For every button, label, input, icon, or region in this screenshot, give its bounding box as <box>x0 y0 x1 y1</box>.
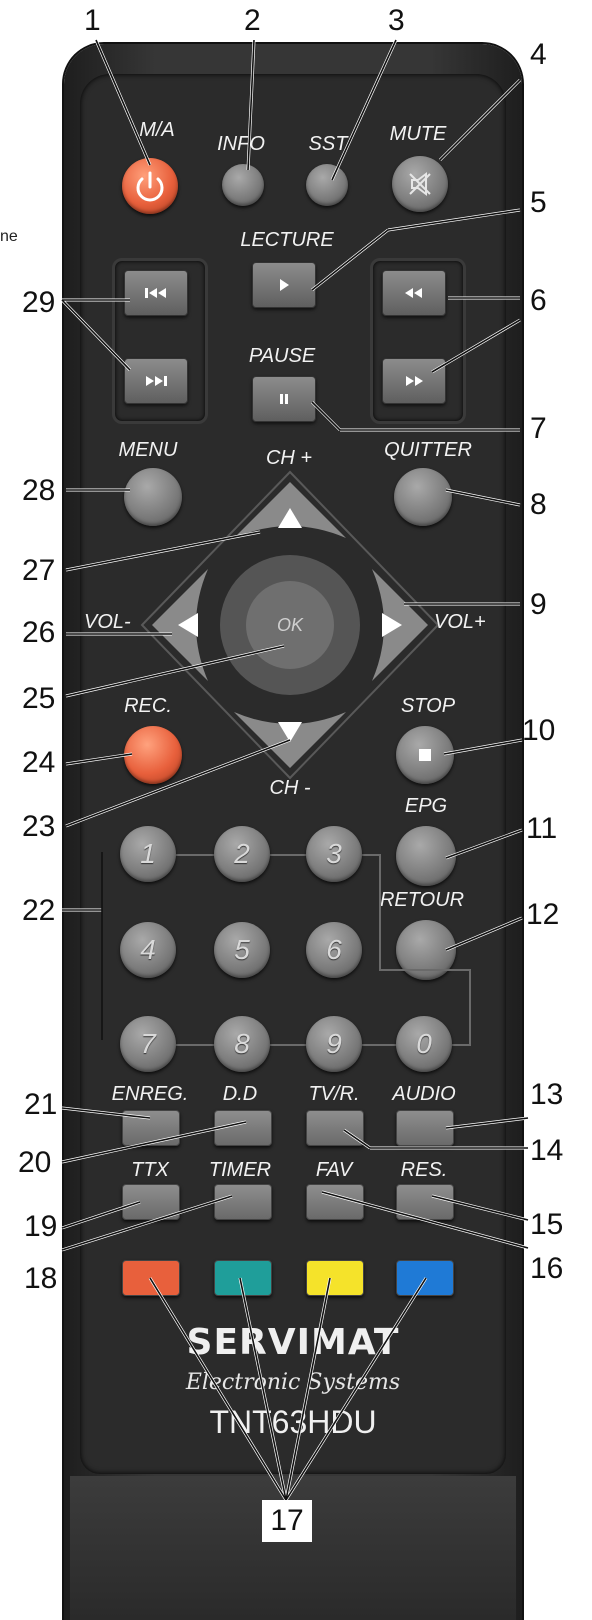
callout-8: 8 <box>530 488 547 521</box>
callout-2: 2 <box>244 4 261 37</box>
callout-10: 10 <box>522 714 556 747</box>
callout-29: 29 <box>22 286 56 319</box>
callout-28: 28 <box>22 474 56 507</box>
callout-3: 3 <box>388 4 405 37</box>
callout-13: 13 <box>530 1078 564 1111</box>
callout-25: 25 <box>22 682 56 715</box>
callout-22: 22 <box>22 894 56 927</box>
callout-12: 12 <box>526 898 560 931</box>
callout-18: 18 <box>24 1262 58 1295</box>
callout-23: 23 <box>22 810 56 843</box>
callout-17: 17 <box>262 1500 312 1542</box>
callout-11: 11 <box>526 812 558 845</box>
callout-20: 20 <box>18 1146 52 1179</box>
callout-16: 16 <box>530 1252 564 1285</box>
callout-27: 27 <box>22 554 56 587</box>
callout-26: 26 <box>22 616 56 649</box>
callout-24: 24 <box>22 746 56 779</box>
callout-19: 19 <box>24 1210 58 1243</box>
callout-9: 9 <box>530 588 547 621</box>
callout-14: 14 <box>530 1134 564 1167</box>
callout-7: 7 <box>530 412 547 445</box>
callout-4: 4 <box>530 38 547 71</box>
callout-6: 6 <box>530 284 547 317</box>
callout-lines <box>60 39 529 1501</box>
callout-15: 15 <box>530 1208 564 1241</box>
callout-1: 1 <box>84 4 101 37</box>
callout-5: 5 <box>530 186 547 219</box>
callout-21: 21 <box>24 1088 58 1121</box>
